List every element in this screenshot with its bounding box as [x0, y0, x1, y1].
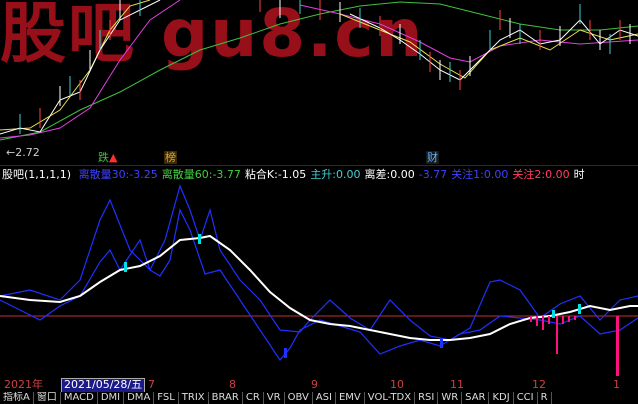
tab-9[interactable]: VR [264, 392, 285, 404]
tab-1[interactable]: 窗口 [34, 392, 61, 404]
tab-15[interactable]: WR [438, 392, 463, 404]
x-tick-1: 1 [613, 378, 620, 391]
tab-7[interactable]: BRAR [209, 392, 243, 404]
x-tick-7: 7 [148, 378, 155, 391]
tab-10[interactable]: OBV [285, 392, 313, 404]
x-tick-8: 8 [229, 378, 236, 391]
tab-6[interactable]: TRIX [179, 392, 209, 404]
cursor-date-label: 2021/05/28/五 [61, 378, 146, 393]
tab-0[interactable]: 指标A [0, 392, 34, 404]
tab-3[interactable]: DMI [98, 392, 125, 404]
indicator-tabs: 指标A 窗口 MACD DMI DMA FSL TRIX BRAR CR VR OBV ASI EMV V… [0, 392, 638, 404]
x-tick-9: 9 [311, 378, 318, 391]
x-tick-12: 12 [532, 378, 546, 391]
tab-19[interactable]: R [538, 392, 552, 404]
tab-16[interactable]: SAR [462, 392, 490, 404]
tab-5[interactable]: FSL [154, 392, 179, 404]
tab-12[interactable]: EMV [336, 392, 365, 404]
tab-18[interactable]: CCI [514, 392, 538, 404]
magenta-bars [530, 316, 619, 376]
blue-ticks [284, 338, 443, 358]
cyan-markers [124, 234, 581, 318]
x-tick-11: 11 [450, 378, 464, 391]
tab-11[interactable]: ASI [313, 392, 336, 404]
indicator-chart [0, 184, 638, 376]
tab-13[interactable]: VOL-TDX [365, 392, 416, 404]
tab-4[interactable]: DMA [124, 392, 155, 404]
tab-17[interactable]: KDJ [489, 392, 514, 404]
x-tick-10: 10 [390, 378, 404, 391]
tab-14[interactable]: RSI [415, 392, 439, 404]
x-axis-year: 2021年 [4, 378, 43, 391]
tab-2[interactable]: MACD [61, 392, 98, 404]
tab-8[interactable]: CR [243, 392, 264, 404]
